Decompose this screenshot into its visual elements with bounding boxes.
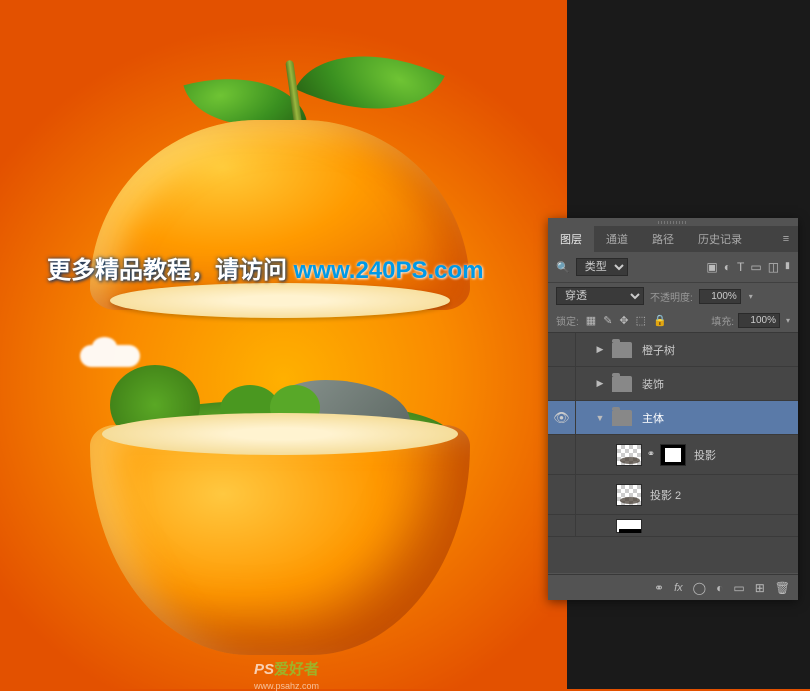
layer-row-group[interactable]: 👁 ▼ 主体 <box>548 401 798 435</box>
visibility-toggle[interactable]: 👁 <box>548 401 576 434</box>
visibility-toggle[interactable] <box>548 333 576 366</box>
watermark-url: www.240PS.com <box>294 257 484 284</box>
panel-tabs: 图层 通道 路径 历史记录 ≡ <box>548 226 798 252</box>
link-layers-icon[interactable]: ⚭ <box>654 581 664 595</box>
corner-watermark-url: www.psahz.com <box>254 681 319 691</box>
panel-drag-handle[interactable] <box>548 218 798 226</box>
blend-mode-select[interactable]: 穿透 <box>556 287 644 305</box>
visibility-toggle[interactable] <box>548 367 576 400</box>
layer-thumbnail[interactable] <box>616 484 642 506</box>
visibility-toggle[interactable] <box>548 515 576 536</box>
layer-row[interactable]: 投影 2 <box>548 475 798 515</box>
filter-smart-icon[interactable]: ◫ <box>768 260 779 274</box>
lock-label: 锁定: <box>556 313 579 328</box>
layer-row-group[interactable]: ▶ 装饰 <box>548 367 798 401</box>
lock-position-icon[interactable]: ✥ <box>619 314 628 327</box>
mask-thumbnail[interactable] <box>660 444 686 466</box>
layer-filter-row: 🔍 类型 ▣ ◐ T ▭ ◫ ▮ <box>548 252 798 283</box>
layer-name[interactable]: 主体 <box>642 410 664 426</box>
corner-watermark-prefix: PS <box>254 661 274 678</box>
lock-row: 锁定: ▦ ✎ ✥ ⬚ 🔒 填充: ▾ <box>548 309 798 333</box>
filter-image-icon[interactable]: ▣ <box>706 260 717 274</box>
layers-list[interactable]: ▶ 橙子树 ▶ 装饰 👁 ▼ 主体 ⚭ 投影 <box>548 333 798 573</box>
opacity-label: 不透明度: <box>650 289 693 304</box>
opacity-input[interactable] <box>699 289 741 304</box>
filter-type-icon[interactable]: T <box>737 260 744 274</box>
expand-toggle-icon[interactable]: ▶ <box>594 344 606 355</box>
layer-thumbnail[interactable] <box>616 444 642 466</box>
visibility-toggle[interactable] <box>548 435 576 474</box>
artwork-orange-rim-bottom <box>102 413 458 455</box>
expand-toggle-icon[interactable]: ▶ <box>594 378 606 389</box>
layer-fx-icon[interactable]: fx <box>674 582 683 594</box>
watermark-overlay: 更多精品教程，请访问 www.240PS.com <box>47 250 484 285</box>
layer-name[interactable]: 橙子树 <box>642 342 675 358</box>
layer-name[interactable]: 投影 2 <box>650 487 681 503</box>
watermark-prefix: 更多精品教程，请访问 <box>47 257 287 284</box>
delete-layer-icon[interactable]: 🗑 <box>775 581 790 595</box>
canvas-area[interactable]: 更多精品教程，请访问 www.240PS.com PS爱好者 www.psahz… <box>0 0 567 689</box>
new-layer-icon[interactable]: ⊞ <box>755 581 765 595</box>
new-group-icon[interactable]: ▭ <box>733 581 744 595</box>
folder-icon <box>612 376 632 392</box>
add-adjustment-icon[interactable]: ◐ <box>716 581 723 595</box>
fill-label: 填充: <box>711 313 734 328</box>
tab-layers[interactable]: 图层 <box>548 226 594 252</box>
filter-kind-select[interactable]: 类型 <box>576 258 628 276</box>
layer-name[interactable]: 投影 <box>694 447 716 463</box>
lock-all-icon[interactable]: 🔒 <box>653 314 667 327</box>
layer-name[interactable]: 装饰 <box>642 376 664 392</box>
artwork-orange-peel-bottom <box>90 425 470 655</box>
search-icon: 🔍 <box>556 261 570 274</box>
layer-row[interactable] <box>548 515 798 537</box>
tab-channels[interactable]: 通道 <box>594 226 640 252</box>
lock-artboard-icon[interactable]: ⬚ <box>636 314 646 327</box>
layer-thumbnail[interactable] <box>616 519 642 533</box>
panel-menu-button[interactable]: ≡ <box>774 226 798 252</box>
fill-input[interactable] <box>738 313 780 328</box>
filter-adjustment-icon[interactable]: ◐ <box>724 260 731 274</box>
opacity-dropdown-icon[interactable]: ▾ <box>749 292 753 301</box>
lock-pixels-icon[interactable]: ✎ <box>603 314 612 327</box>
tab-history[interactable]: 历史记录 <box>686 226 754 252</box>
mask-link-icon[interactable]: ⚭ <box>646 449 656 460</box>
artwork-orange-rim-top <box>110 283 450 318</box>
layer-row[interactable]: ⚭ 投影 <box>548 435 798 475</box>
filter-shape-icon[interactable]: ▭ <box>750 260 761 274</box>
lock-transparent-icon[interactable]: ▦ <box>586 314 596 327</box>
expand-toggle-icon[interactable]: ▼ <box>594 413 606 423</box>
panel-footer: ⚭ fx ◯ ◐ ▭ ⊞ 🗑 <box>548 574 798 600</box>
blend-mode-row: 穿透 不透明度: ▾ <box>548 283 798 309</box>
fill-dropdown-icon[interactable]: ▾ <box>786 316 790 325</box>
layers-panel: 图层 通道 路径 历史记录 ≡ 🔍 类型 ▣ ◐ T ▭ ◫ ▮ 穿透 不透明度… <box>548 218 798 600</box>
corner-watermark-suffix: 爱好者 <box>274 661 319 678</box>
add-mask-icon[interactable]: ◯ <box>693 581 706 595</box>
filter-toggle-icon[interactable]: ▮ <box>785 260 790 274</box>
folder-icon <box>612 342 632 358</box>
visibility-toggle[interactable] <box>548 475 576 514</box>
layer-row-group[interactable]: ▶ 橙子树 <box>548 333 798 367</box>
folder-icon <box>612 410 632 426</box>
tab-paths[interactable]: 路径 <box>640 226 686 252</box>
corner-watermark: PS爱好者 <box>254 658 319 679</box>
artwork-orange-bottom <box>90 395 470 655</box>
